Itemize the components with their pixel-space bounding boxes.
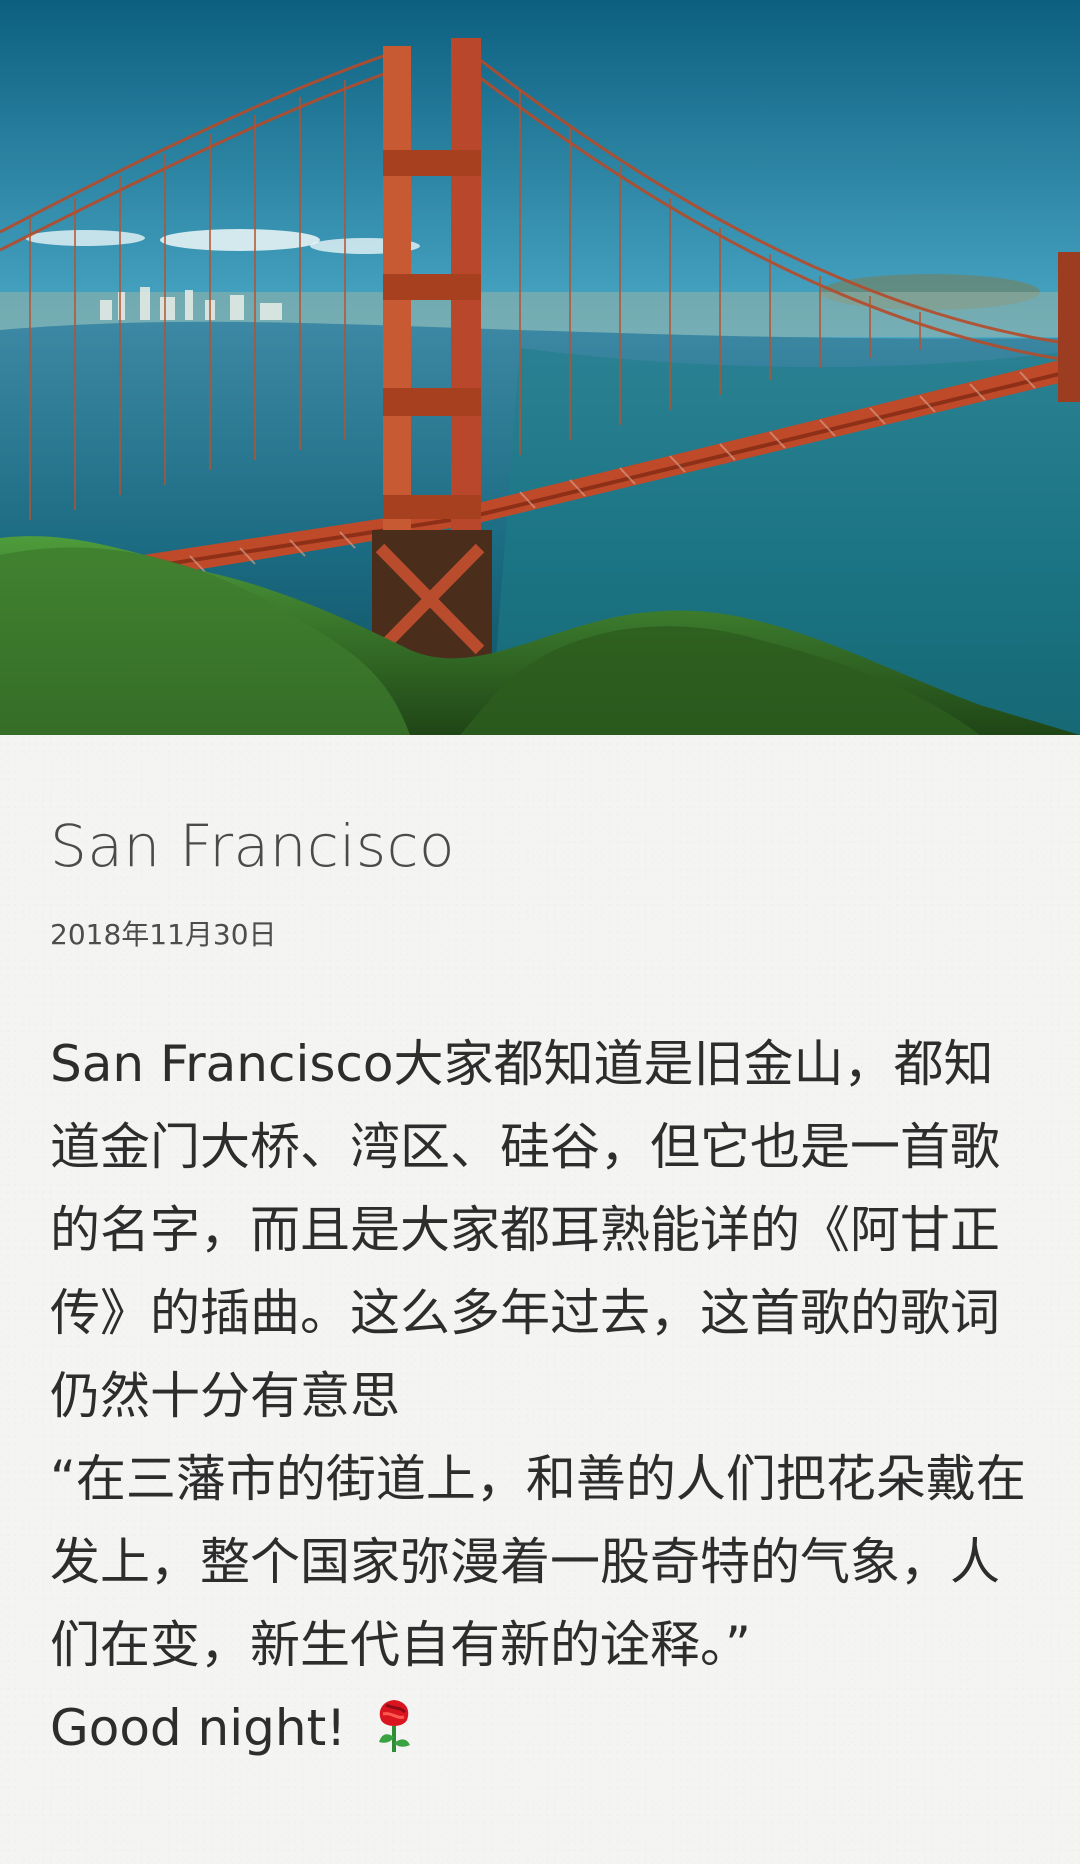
song-quote: “在三藩市的街道上，和善的人们把花朵戴在发上，整个国家弥漫着一股奇特的气象，人们…: [50, 1450, 1026, 1674]
golden-gate-bridge-photo: [0, 0, 1080, 735]
closing-line: Good night!: [50, 1687, 1040, 1770]
article-content: San Francisco 2018年11月30日 San Francisco大…: [50, 735, 1040, 1770]
rose-icon: [374, 1697, 414, 1755]
article-date: 2018年11月30日: [50, 918, 277, 951]
header-image: [0, 0, 1080, 735]
article-title: San Francisco: [50, 812, 455, 880]
article-body: San Francisco大家都知道是旧金山，都知道金门大桥、湾区、硅谷，但它也…: [50, 1023, 1040, 1770]
closing-text: Good night!: [50, 1699, 347, 1757]
article-page: San Francisco 2018年11月30日 San Francisco大…: [0, 0, 1080, 1864]
article-paragraph: San Francisco大家都知道是旧金山，都知道金门大桥、湾区、硅谷，但它也…: [50, 1035, 1000, 1425]
